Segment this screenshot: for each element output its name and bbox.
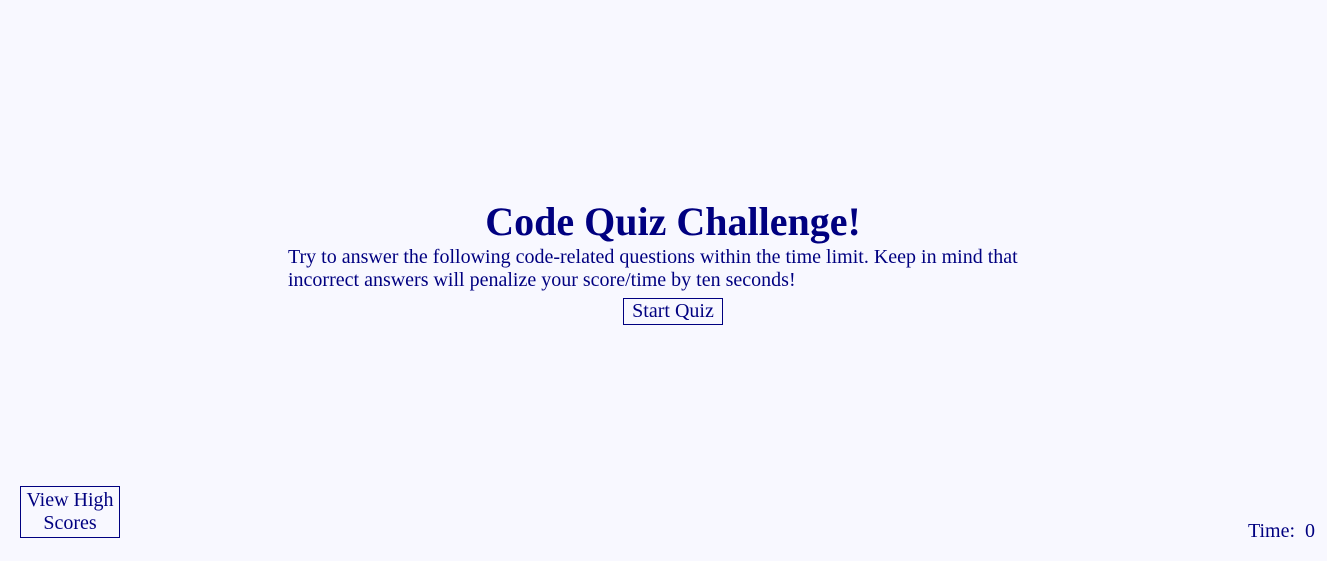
page-title: Code Quiz Challenge! xyxy=(485,199,861,244)
view-high-scores-button[interactable]: View High Scores xyxy=(20,486,120,538)
timer-value: 0 xyxy=(1305,520,1315,542)
start-quiz-button[interactable]: Start Quiz xyxy=(623,298,723,325)
intro-text: Try to answer the following code-related… xyxy=(288,246,1018,291)
timer-label: Time: xyxy=(1247,520,1295,542)
quiz-intro: Code Quiz Challenge! Try to answer the f… xyxy=(288,198,1058,325)
timer: Time: 0 xyxy=(1248,520,1315,543)
